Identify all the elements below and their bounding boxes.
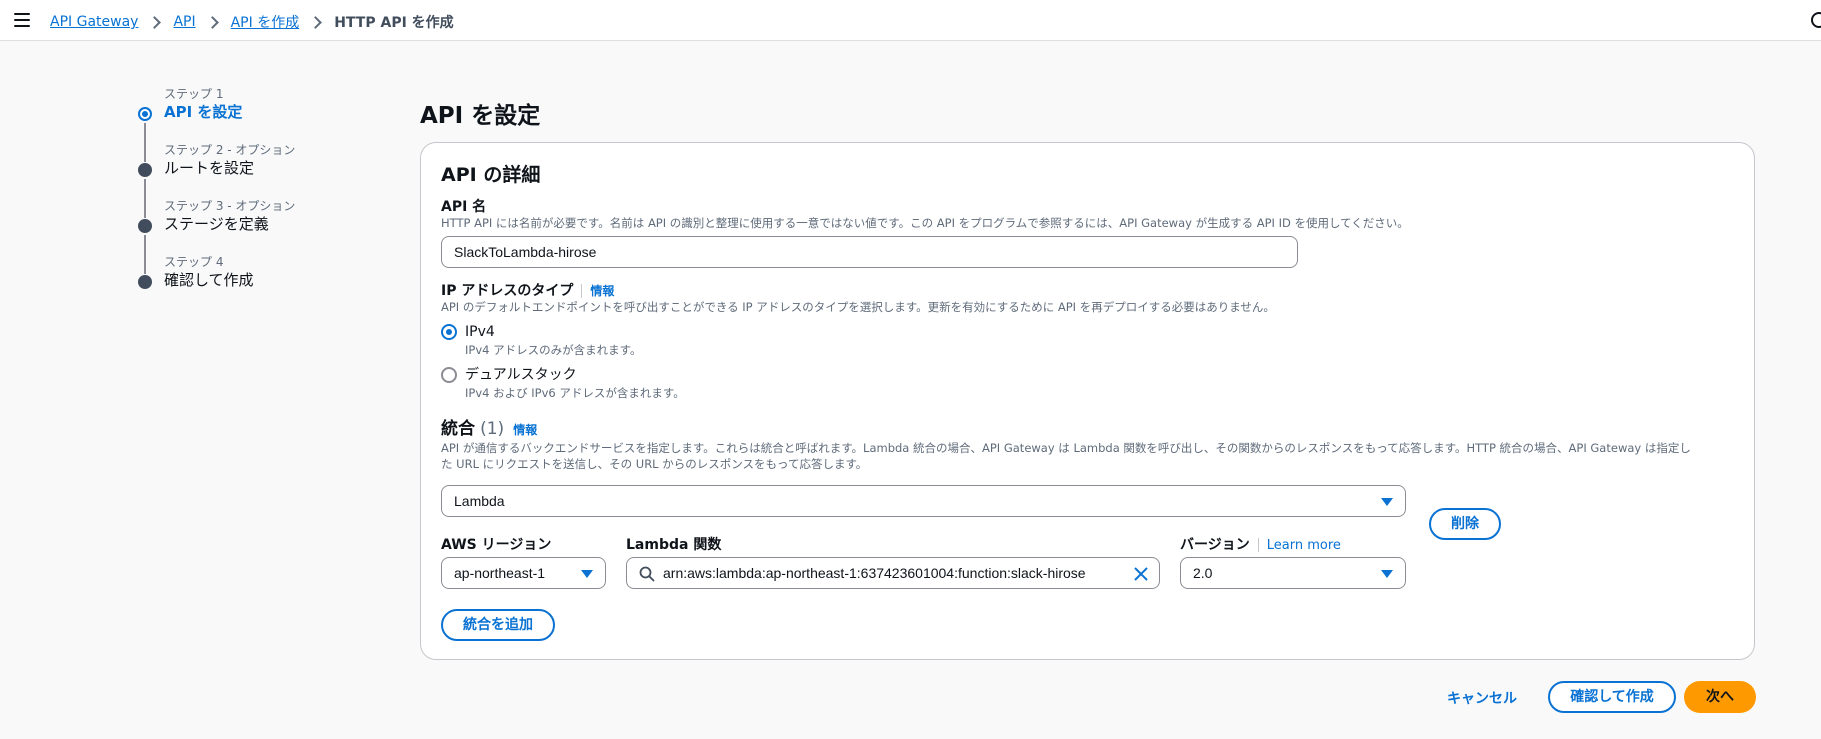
integration-type-select[interactable]: Lambda bbox=[441, 485, 1406, 517]
api-details-container: API の詳細 API 名 HTTP API には名前が必要です。名前は API… bbox=[420, 142, 1755, 660]
chevron-right-icon bbox=[148, 15, 162, 29]
integration-description-line-1: API が通信するバックエンドサービスを指定します。これらは統合と呼ばれます。L… bbox=[441, 441, 1691, 455]
version-value: 2.0 bbox=[1193, 565, 1213, 581]
region-select[interactable]: ap-northeast-1 bbox=[441, 557, 606, 589]
ip-option-dualstack[interactable]: デュアルスタック IPv4 および IPv6 アドレスが含まれます。 bbox=[441, 365, 685, 401]
add-integration-button[interactable]: 統合を追加 bbox=[441, 609, 555, 641]
step-3[interactable]: ステップ 3 - オプション ステージを定義 bbox=[138, 198, 378, 274]
delete-integration-button[interactable]: 削除 bbox=[1429, 508, 1501, 540]
divider bbox=[1257, 537, 1259, 552]
review-create-button[interactable]: 確認して作成 bbox=[1548, 681, 1676, 713]
step-1-title[interactable]: API を設定 bbox=[164, 102, 378, 123]
ip-type-header: IP アドレスのタイプ 情報 bbox=[441, 280, 614, 300]
breadcrumb: API Gateway API API を作成 HTTP API を作成 bbox=[50, 12, 454, 32]
wizard-steps: ステップ 1 API を設定 ステップ 2 - オプション ルートを設定 ステッ… bbox=[138, 86, 378, 310]
ipv4-description: IPv4 アドレスのみが含まれます。 bbox=[465, 343, 642, 357]
menu-icon[interactable] bbox=[14, 13, 30, 27]
step-active-icon bbox=[138, 107, 152, 121]
lambda-function-value: arn:aws:lambda:ap-northeast-1:6374236010… bbox=[663, 565, 1086, 581]
learn-more-link[interactable]: Learn more bbox=[1267, 538, 1341, 553]
step-4[interactable]: ステップ 4 確認して作成 bbox=[138, 254, 378, 310]
step-3-title: ステージを定義 bbox=[164, 215, 269, 233]
region-value: ap-northeast-1 bbox=[454, 565, 546, 581]
dualstack-radio[interactable] bbox=[441, 367, 457, 383]
card-title: API の詳細 bbox=[441, 164, 541, 186]
step-3-meta: ステップ 3 - オプション bbox=[164, 199, 296, 213]
search-icon bbox=[639, 566, 655, 582]
close-icon[interactable] bbox=[1133, 566, 1149, 582]
step-pending-icon bbox=[138, 275, 152, 289]
ip-type-description: API のデフォルトエンドポイントを呼び出すことができる IP アドレスのタイプ… bbox=[441, 300, 1275, 314]
divider bbox=[581, 283, 583, 298]
api-name-input[interactable]: SlackToLambda-hirose bbox=[441, 236, 1298, 268]
breadcrumb-create-api[interactable]: API を作成 bbox=[231, 12, 300, 32]
chevron-right-icon bbox=[205, 15, 219, 29]
ip-type-info-link[interactable]: 情報 bbox=[590, 284, 614, 298]
version-label: バージョン bbox=[1180, 537, 1250, 553]
page-title: API を設定 bbox=[420, 103, 541, 129]
step-4-meta: ステップ 4 bbox=[164, 255, 224, 269]
caret-down-icon bbox=[1381, 498, 1393, 506]
integration-label: 統合 bbox=[441, 419, 475, 439]
integration-info-link[interactable]: 情報 bbox=[513, 423, 537, 437]
breadcrumb-api-gateway[interactable]: API Gateway bbox=[50, 14, 138, 30]
step-1-meta: ステップ 1 bbox=[164, 87, 224, 101]
breadcrumb-api[interactable]: API bbox=[173, 14, 195, 30]
caret-down-icon bbox=[1381, 570, 1393, 578]
ipv4-label: IPv4 bbox=[465, 324, 495, 340]
integration-count: (1) bbox=[480, 419, 505, 439]
step-pending-icon bbox=[138, 219, 152, 233]
version-select[interactable]: 2.0 bbox=[1180, 557, 1406, 589]
next-button[interactable]: 次へ bbox=[1684, 681, 1756, 713]
ip-option-ipv4[interactable]: IPv4 IPv4 アドレスのみが含まれます。 bbox=[441, 322, 641, 358]
cancel-button[interactable]: キャンセル bbox=[1447, 688, 1517, 708]
version-header: バージョン Learn more bbox=[1180, 534, 1341, 554]
ip-type-label: IP アドレスのタイプ bbox=[441, 283, 574, 299]
step-2-title: ルートを設定 bbox=[164, 159, 255, 177]
dualstack-label: デュアルスタック bbox=[465, 367, 577, 383]
settings-icon[interactable] bbox=[1811, 12, 1821, 28]
step-pending-icon bbox=[138, 163, 152, 177]
region-label: AWS リージョン bbox=[441, 537, 552, 553]
integration-description-line-2: た URL にリクエストを送信し、その URL からのレスポンスをもって応答しま… bbox=[441, 457, 868, 471]
lambda-function-label: Lambda 関数 bbox=[626, 537, 722, 553]
step-2[interactable]: ステップ 2 - オプション ルートを設定 bbox=[138, 142, 378, 218]
lambda-function-input[interactable]: arn:aws:lambda:ap-northeast-1:6374236010… bbox=[626, 557, 1160, 589]
dualstack-description: IPv4 および IPv6 アドレスが含まれます。 bbox=[465, 386, 685, 400]
integration-header: 統合 (1) 情報 bbox=[441, 414, 537, 439]
step-2-meta: ステップ 2 - オプション bbox=[164, 143, 296, 157]
integration-type-value: Lambda bbox=[454, 493, 505, 509]
top-navigation-bar: API Gateway API API を作成 HTTP API を作成 bbox=[0, 0, 1821, 41]
api-name-description: HTTP API には名前が必要です。名前は API の識別と整理に使用する一意… bbox=[441, 216, 1409, 230]
caret-down-icon bbox=[581, 570, 593, 578]
api-name-label: API 名 bbox=[441, 199, 487, 215]
breadcrumb-current: HTTP API を作成 bbox=[334, 15, 454, 31]
step-1[interactable]: ステップ 1 API を設定 bbox=[138, 86, 378, 162]
step-4-title: 確認して作成 bbox=[164, 271, 254, 289]
ipv4-radio[interactable] bbox=[441, 324, 457, 340]
chevron-right-icon bbox=[309, 15, 323, 29]
